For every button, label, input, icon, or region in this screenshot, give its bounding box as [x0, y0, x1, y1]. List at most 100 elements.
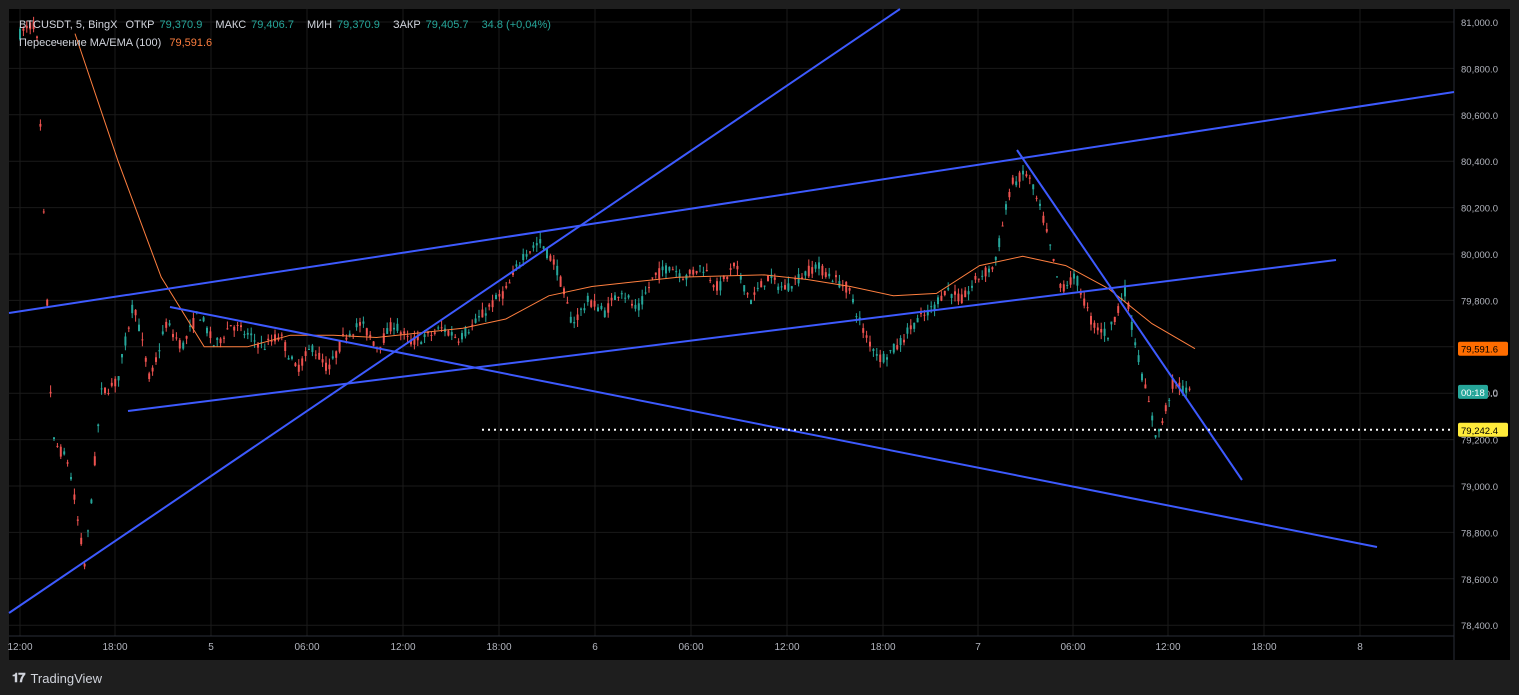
candle-body: [189, 325, 191, 327]
candle-body: [1158, 429, 1160, 432]
price-axis-label: 78,600.0: [1461, 575, 1498, 586]
symbol-label[interactable]: BTCUSDT, 5, BingX: [19, 19, 117, 31]
candle-body: [158, 350, 161, 352]
candle-body: [104, 387, 106, 394]
candle-body: [671, 269, 674, 271]
time-axis-label: 7: [975, 642, 981, 653]
candle-body: [151, 367, 154, 372]
candle-body: [930, 306, 933, 308]
candle-body: [199, 319, 202, 321]
candle-body: [498, 294, 501, 297]
indicator-value: 79,591.6: [169, 37, 213, 49]
candle-body: [93, 456, 96, 466]
candle-body: [896, 345, 899, 350]
candle-body: [121, 354, 123, 358]
candle-body: [733, 262, 735, 267]
candle-body: [216, 338, 219, 340]
candle-body: [954, 291, 956, 295]
candle-body: [998, 238, 1001, 248]
candle-body: [1056, 276, 1058, 278]
candle-body: [223, 337, 225, 339]
candle-body: [675, 271, 678, 273]
candle-body: [365, 328, 368, 336]
candle-body: [83, 563, 86, 567]
candle-body: [576, 314, 579, 321]
candle-body: [70, 477, 72, 480]
countdown-badge: 00:18 .0: [1458, 384, 1498, 399]
candle-body: [39, 123, 42, 127]
candle-body: [552, 259, 555, 265]
candle-body: [756, 287, 759, 289]
candle-body: [726, 277, 729, 279]
candle-body: [433, 332, 436, 334]
candle-body: [420, 342, 423, 345]
candle-body: [1117, 306, 1120, 313]
candle-body: [236, 324, 239, 326]
close-label: ЗАКР 79,405.7: [392, 19, 469, 31]
candle-body: [1025, 174, 1028, 177]
candle-body: [852, 298, 854, 303]
candle-body: [668, 266, 671, 271]
candle-body: [665, 265, 667, 274]
time-axis-label: 12:00: [1155, 642, 1180, 653]
change-value: 34.8 (+0,04%): [481, 19, 551, 31]
time-axis-label: 18:00: [486, 642, 511, 653]
brand-name[interactable]: TradingView: [30, 671, 102, 686]
candle-body: [644, 292, 647, 294]
candle-body: [386, 328, 389, 334]
candle-body: [716, 281, 718, 291]
candle-body: [573, 322, 576, 324]
ohlc-legend-row: BTCUSDT, 5, BingX ОТКР 79,370.9 МАКС 79,40…: [19, 16, 556, 34]
candle-body: [355, 323, 358, 328]
price-axis-label: 79,000.0: [1461, 482, 1498, 493]
candle-body: [515, 264, 518, 267]
candle-body: [586, 295, 589, 302]
candle-body: [709, 279, 712, 281]
candle-body: [219, 338, 222, 344]
candle-body: [257, 344, 259, 348]
candle-body: [1147, 401, 1150, 403]
candle-body: [359, 322, 361, 326]
candle-body: [804, 271, 807, 276]
candle-body: [1032, 184, 1035, 190]
candle-body: [957, 293, 960, 302]
candle-body: [597, 307, 599, 312]
candle-body: [546, 248, 548, 259]
candle-body: [372, 341, 375, 346]
ma-value-badge-text: 79,591.6: [1461, 345, 1498, 356]
candle-body: [787, 283, 790, 291]
candle-body: [53, 437, 55, 440]
candle-body: [692, 269, 695, 275]
candle-body: [1005, 204, 1007, 210]
candle-body: [185, 336, 188, 339]
candle-body: [42, 211, 45, 213]
tradingview-logo-icon[interactable]: 𝟏𝟕: [12, 670, 26, 686]
candle-body: [454, 336, 457, 338]
indicator-name[interactable]: Пересечение MA/EMA (100): [19, 37, 161, 49]
candle-body: [423, 334, 426, 338]
price-axis-label: 79,200.0: [1461, 436, 1498, 447]
candle-body: [991, 267, 994, 270]
candle-body: [1130, 321, 1133, 330]
candle-body: [226, 328, 229, 330]
candlestick-chart[interactable]: 81,000.0 80,800.0 80,600.0 80,400.0 80,200.0…: [0, 0, 1519, 695]
time-axis-label: 06:00: [294, 642, 319, 653]
candle-body: [1168, 399, 1171, 401]
price-axis-label: 80,400.0: [1461, 157, 1498, 168]
candle-body: [66, 462, 69, 464]
candle-body: [603, 310, 606, 318]
candle-body: [362, 321, 365, 324]
candle-body: [566, 302, 569, 304]
candle-body: [617, 296, 620, 298]
candle-body: [457, 341, 460, 343]
candle-body: [831, 281, 834, 283]
time-axis-label: 18:00: [870, 642, 895, 653]
candle-body: [705, 269, 708, 272]
candle-body: [590, 300, 593, 307]
candle-body: [331, 356, 334, 359]
candle-body: [784, 285, 786, 290]
candle-body: [59, 446, 62, 457]
candle-body: [729, 268, 732, 270]
candle-body: [291, 356, 293, 359]
candle-body: [1059, 283, 1062, 288]
